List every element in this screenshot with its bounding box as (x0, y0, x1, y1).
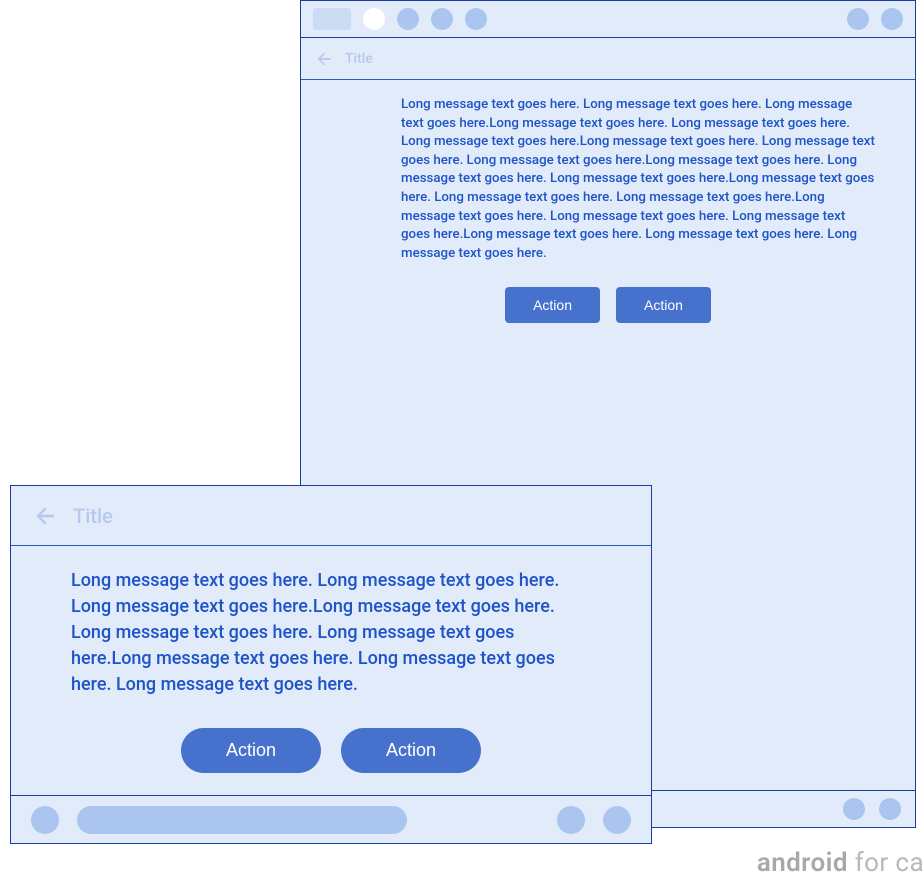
nav-circle-icon (31, 806, 59, 834)
phone-header: Title (11, 486, 651, 546)
statusbar-circle-icon (881, 8, 903, 30)
back-arrow-icon[interactable] (33, 504, 57, 528)
tablet-button-row: Action Action (301, 287, 915, 323)
watermark-text: android for ca (757, 848, 924, 878)
nav-circle-icon (557, 806, 585, 834)
watermark-rest: for ca (848, 848, 924, 878)
phone-nav-bar (11, 795, 651, 843)
phone-button-row: Action Action (11, 728, 651, 773)
statusbar-rect-icon (313, 8, 351, 30)
phone-action-button-1[interactable]: Action (181, 728, 321, 773)
tablet-action-button-2[interactable]: Action (616, 287, 711, 323)
phone-title: Title (73, 504, 113, 528)
statusbar-circle-icon (847, 8, 869, 30)
tablet-title: Title (345, 51, 373, 67)
phone-action-button-2[interactable]: Action (341, 728, 481, 773)
statusbar-circle-icon (397, 8, 419, 30)
tablet-header: Title (301, 38, 915, 80)
tablet-action-button-1[interactable]: Action (505, 287, 600, 323)
nav-circle-icon (879, 798, 901, 820)
nav-circle-icon (843, 798, 865, 820)
tablet-message-text: Long message text goes here. Long messag… (301, 80, 915, 271)
statusbar-circle-icon (465, 8, 487, 30)
statusbar-circle-icon (363, 8, 385, 30)
back-arrow-icon[interactable] (315, 50, 333, 68)
statusbar-circle-icon (431, 8, 453, 30)
phone-message-text: Long message text goes here. Long messag… (11, 546, 651, 704)
tablet-status-bar (300, 0, 916, 38)
nav-circle-icon (603, 806, 631, 834)
nav-pill-icon (77, 806, 407, 834)
watermark-bold: android (757, 848, 848, 878)
phone-wireframe: Title Long message text goes here. Long … (10, 485, 652, 844)
